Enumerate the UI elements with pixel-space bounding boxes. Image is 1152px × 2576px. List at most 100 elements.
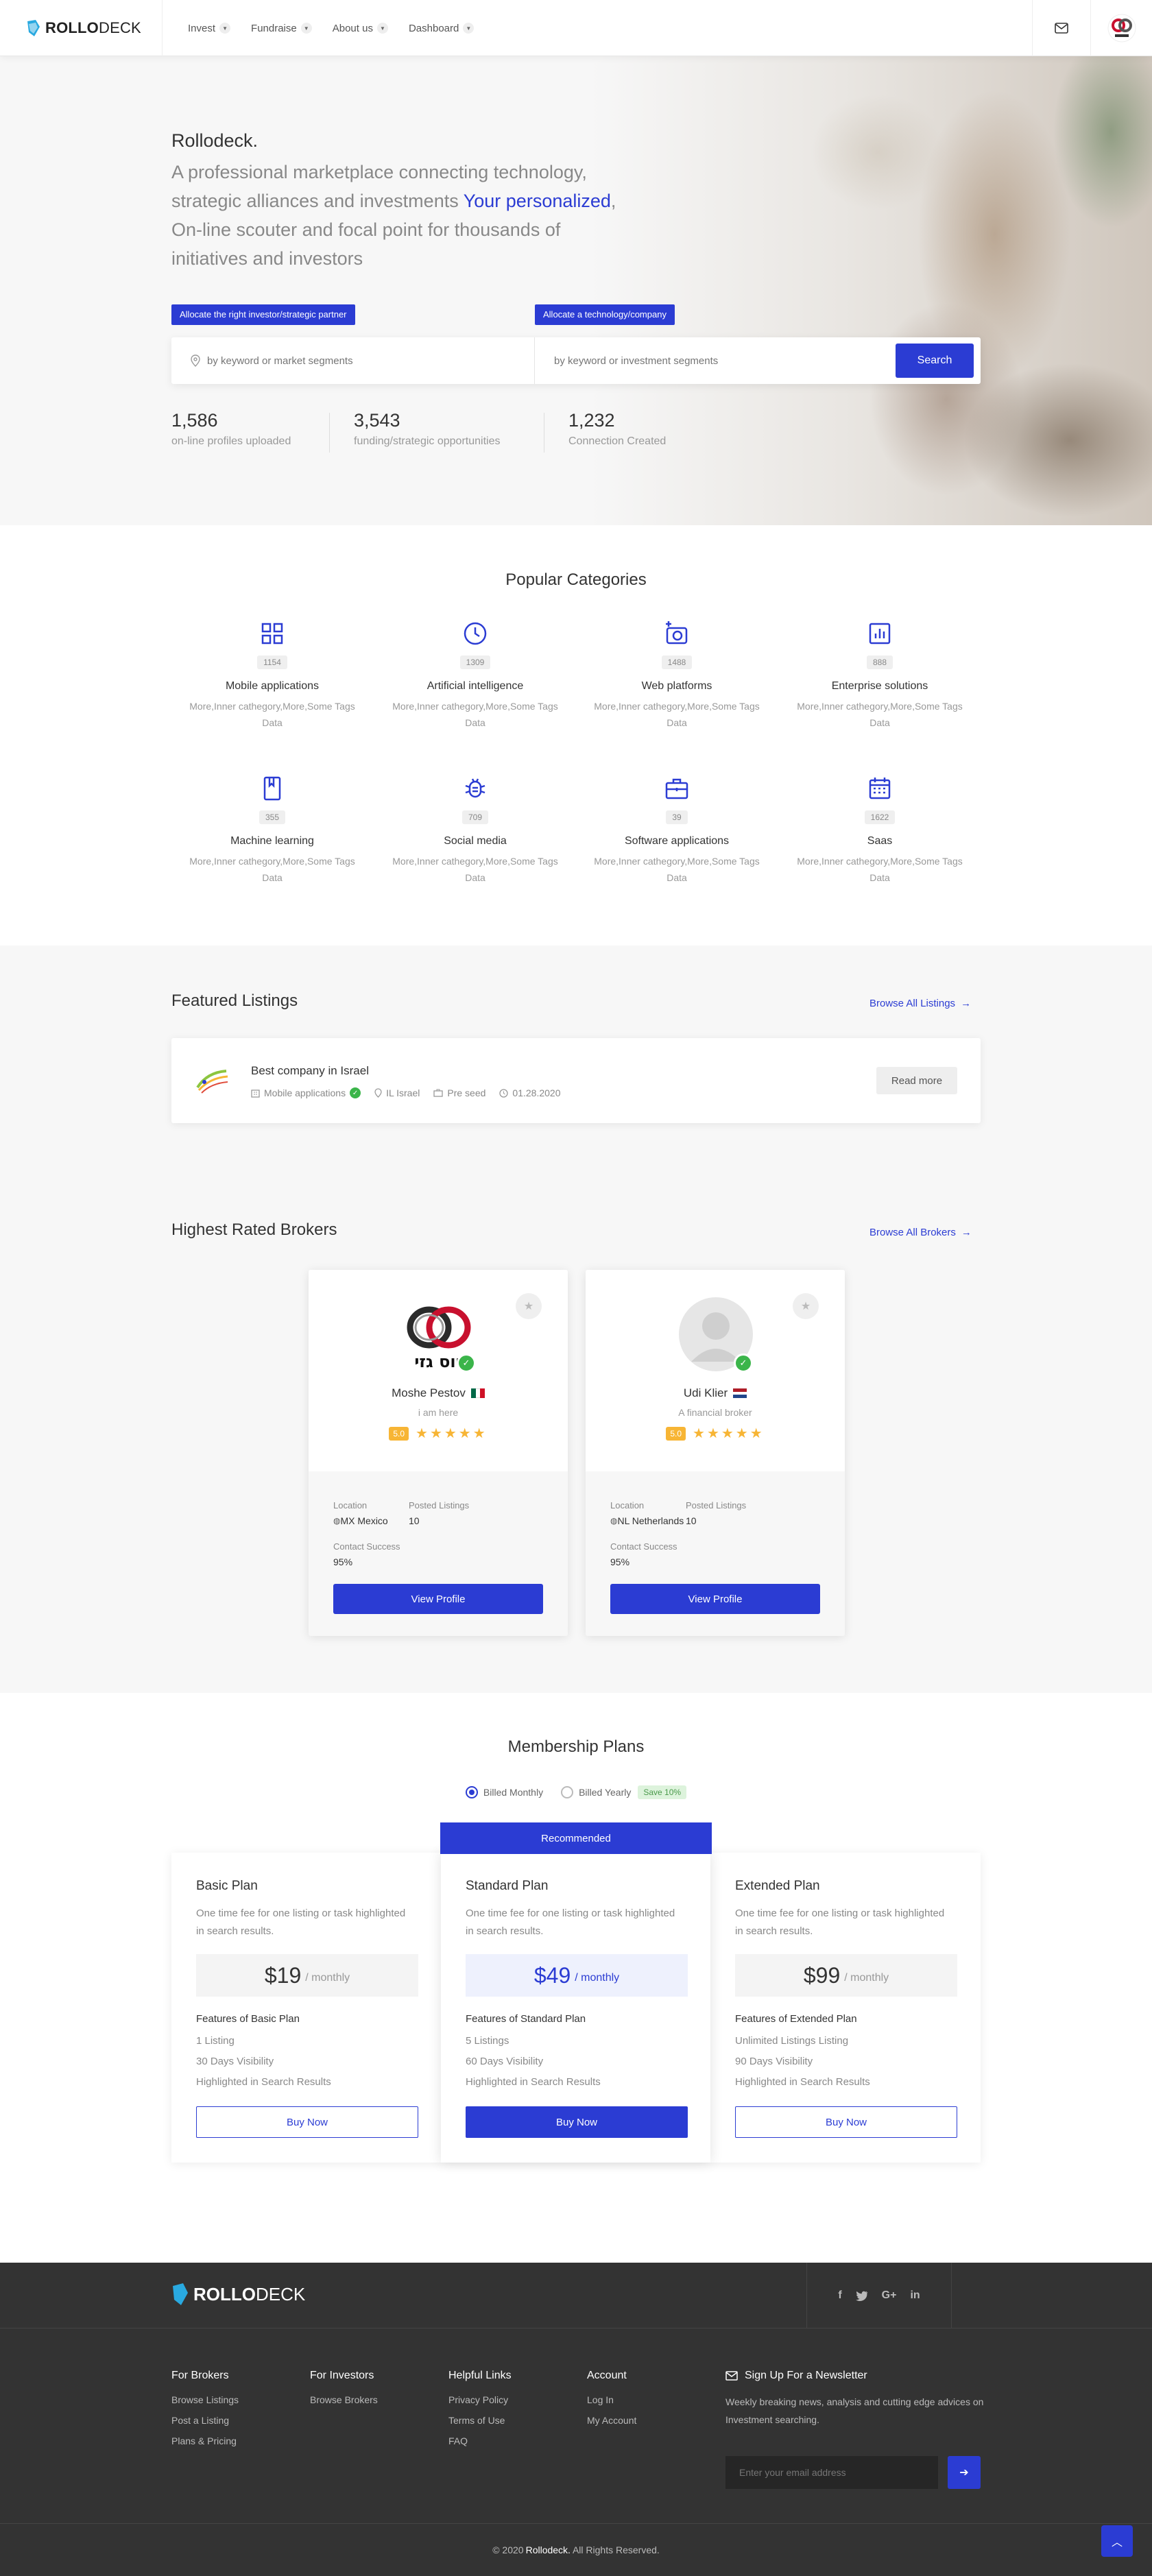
category-name: Social media (444, 835, 507, 847)
nav-fundraise[interactable]: Fundraise ▼ (251, 23, 312, 34)
facebook-icon[interactable]: f (838, 2289, 841, 2302)
search-investment-input[interactable] (554, 354, 815, 367)
browse-all-brokers-link[interactable]: Browse All Brokers → (869, 1227, 972, 1238)
view-profile-button[interactable]: View Profile (333, 1584, 543, 1614)
stat-connections: 1,232 Connection Created (568, 410, 666, 448)
plan-name: Standard Plan (466, 1879, 549, 1893)
nav-about-us[interactable]: About us ▼ (333, 23, 388, 34)
broker-name[interactable]: Moshe Pestov (309, 1386, 568, 1400)
mail-button[interactable] (1032, 0, 1090, 56)
category-tags: More,Inner cathegory,More,Some Tags Data (797, 856, 963, 883)
favorite-star-button[interactable]: ★ (793, 1293, 819, 1319)
buy-now-button[interactable]: Buy Now (196, 2106, 418, 2138)
feature-item: 5 Listings (466, 2035, 509, 2047)
arrow-right-icon: ➔ (959, 2467, 969, 2479)
building-icon (251, 1089, 260, 1098)
category-count: 1154 (257, 655, 287, 669)
search-market-input[interactable] (207, 354, 468, 367)
location-pin-icon (374, 1088, 382, 1098)
arrow-right-icon: → (961, 998, 972, 1009)
read-more-button[interactable]: Read more (876, 1067, 957, 1094)
google-plus-icon[interactable]: G+ (882, 2289, 897, 2302)
linkedin-icon[interactable]: in (910, 2289, 920, 2302)
category-machine-learning[interactable]: 355 Machine learning More,Inner cathegor… (183, 775, 361, 886)
footer-link-my-account[interactable]: My Account (587, 2415, 636, 2426)
newsletter-submit-button[interactable]: ➔ (948, 2456, 981, 2489)
twitter-icon[interactable] (855, 2291, 868, 2301)
search-button[interactable]: Search (896, 344, 974, 378)
footer-link-terms[interactable]: Terms of Use (448, 2415, 512, 2426)
listing-card[interactable]: Best company in Israel Mobile applicatio… (171, 1038, 981, 1123)
stat-opportunities: 3,543 funding/strategic opportunities (354, 410, 500, 448)
footer-link-post-listing[interactable]: Post a Listing (171, 2415, 239, 2426)
footer-link-privacy[interactable]: Privacy Policy (448, 2394, 512, 2405)
chevron-up-icon: ︿ (1111, 2537, 1123, 2549)
chevron-down-icon: ▼ (376, 23, 388, 34)
footer-link-login[interactable]: Log In (587, 2394, 636, 2405)
footer-link-plans-pricing[interactable]: Plans & Pricing (171, 2435, 239, 2446)
nav-label: Invest (188, 22, 216, 34)
browse-all-listings-link[interactable]: Browse All Listings → (869, 998, 971, 1009)
calendar-icon (869, 778, 891, 799)
footer-logo[interactable]: ROLLODECK (171, 2282, 305, 2307)
browse-label: Browse All Listings (869, 998, 956, 1009)
footer-col-investors: For Investors Browse Brokers (310, 2370, 378, 2415)
billed-yearly-radio[interactable] (561, 1786, 574, 1798)
hero-background-image (590, 56, 1152, 525)
buy-now-button[interactable]: Buy Now (735, 2106, 957, 2138)
chevron-down-icon: ▼ (463, 23, 475, 34)
category-enterprise-solutions[interactable]: 888 Enterprise solutions More,Inner cath… (791, 620, 969, 731)
footer-col-title: For Investors (310, 2370, 374, 2381)
billing-toggle: Billed Monthly Billed Yearly Save 10% (0, 1785, 1152, 1799)
plan-name: Extended Plan (735, 1879, 820, 1893)
feature-item: Highlighted in Search Results (196, 2076, 331, 2088)
footer-col-account: Account Log In My Account (587, 2370, 636, 2435)
footer-link-faq[interactable]: FAQ (448, 2435, 512, 2446)
billed-monthly-label: Billed Monthly (483, 1787, 544, 1798)
footer-link-browse-listings[interactable]: Browse Listings (171, 2394, 239, 2405)
newsletter-email-input[interactable] (725, 2456, 938, 2489)
success-label: Contact Success (610, 1541, 677, 1552)
tag-allocate-investor[interactable]: Allocate the right investor/strategic pa… (171, 304, 355, 325)
category-web-platforms[interactable]: 1488 Web platforms More,Inner cathegory,… (588, 620, 766, 731)
listing-category: Mobile applications ✓ (251, 1087, 361, 1098)
logo-text-bold: ROLLO (45, 19, 99, 36)
view-profile-button[interactable]: View Profile (610, 1584, 820, 1614)
footer-col-title: For Brokers (171, 2370, 229, 2381)
location-pin-icon: ◍ (333, 1516, 341, 1526)
buy-now-button[interactable]: Buy Now (466, 2106, 688, 2138)
category-saas[interactable]: 1622 Saas More,Inner cathegory,More,Some… (791, 775, 969, 886)
broker-role: A financial broker (678, 1407, 752, 1418)
broker-name[interactable]: Udi Klier (586, 1386, 845, 1400)
plan-price: $49 (533, 1962, 571, 1988)
main-nav: Invest ▼ Fundraise ▼ About us ▼ Dashboard ▼ (188, 0, 494, 56)
logo-text-light: DECK (99, 19, 141, 36)
logo[interactable]: ROLLODECK (0, 0, 163, 56)
footer-link-browse-brokers[interactable]: Browse Brokers (310, 2394, 378, 2405)
category-software-applications[interactable]: 39 Software applications More,Inner cath… (588, 775, 766, 886)
category-tags: More,Inner cathegory,More,Some Tags Data (594, 856, 760, 883)
star-icon: ★ (800, 1301, 811, 1312)
category-tags: More,Inner cathegory,More,Some Tags Data (189, 701, 355, 728)
footer-logo-bold: ROLLO (193, 2283, 256, 2304)
category-social-media[interactable]: 709 Social media More,Inner cathegory,Mo… (386, 775, 564, 886)
favorite-star-button[interactable]: ★ (516, 1293, 542, 1319)
category-mobile-applications[interactable]: 1154 Mobile applications More,Inner cath… (183, 620, 361, 731)
tag-allocate-technology[interactable]: Allocate a technology/company (535, 304, 675, 325)
category-name: Web platforms (641, 680, 712, 692)
plans-container: Basic Plan One time fee for one listing … (171, 1853, 981, 2163)
billed-monthly-radio[interactable] (465, 1786, 478, 1798)
nav-invest[interactable]: Invest ▼ (188, 22, 231, 34)
feature-item: 60 Days Visibility (466, 2056, 544, 2067)
rating-badge: 5.0 (389, 1426, 409, 1441)
verified-icon: ✓ (350, 1087, 361, 1098)
broker-name-text: Udi Klier (683, 1386, 728, 1399)
category-artificial-intelligence[interactable]: 1309 Artificial intelligence More,Inner … (386, 620, 564, 731)
category-tags: More,Inner cathegory,More,Some Tags Data (594, 701, 760, 728)
category-count: 1309 (459, 655, 491, 669)
user-avatar-button[interactable] (1090, 0, 1152, 56)
listing-date: 01.28.2020 (499, 1087, 560, 1098)
back-to-top-button[interactable]: ︿ (1101, 2525, 1133, 2557)
nav-dashboard[interactable]: Dashboard ▼ (409, 23, 475, 34)
category-count: 1488 (661, 655, 693, 669)
